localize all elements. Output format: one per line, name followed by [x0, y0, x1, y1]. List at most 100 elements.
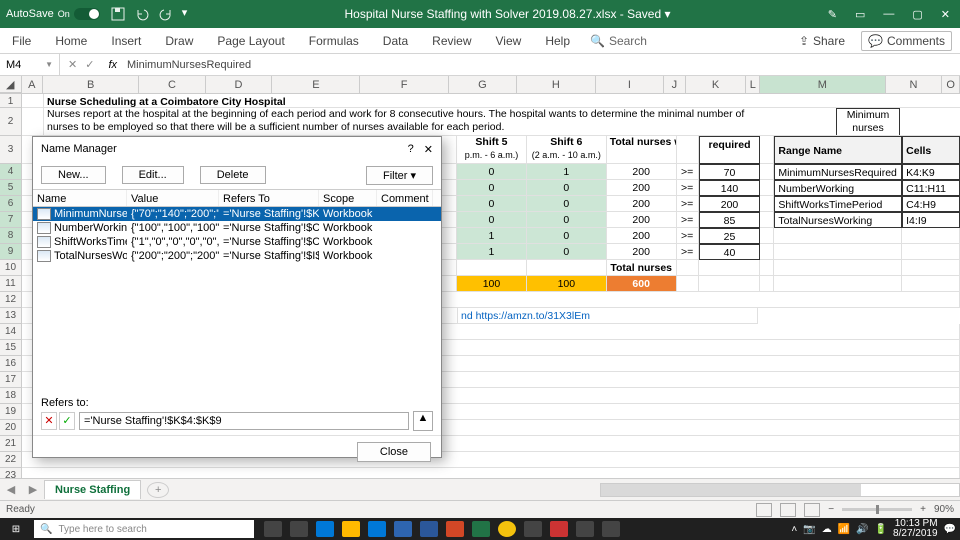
range-expand-icon[interactable]: ▲	[413, 411, 433, 431]
hdr-total-working[interactable]: Total nurses working	[607, 136, 677, 164]
redo-icon[interactable]	[158, 6, 174, 22]
word-icon[interactable]	[420, 521, 438, 537]
col-C[interactable]: C	[139, 76, 206, 93]
rangebox-hdr-cells[interactable]: Cells	[902, 136, 960, 164]
rangebox-cells[interactable]: C11:H11	[902, 180, 960, 196]
cell-required[interactable]: 25	[699, 228, 761, 244]
column-headers[interactable]: ◢ A B C D E F G H I J K L M N O	[0, 76, 960, 94]
page-break-view-icon[interactable]	[804, 503, 820, 517]
page-layout-view-icon[interactable]	[780, 503, 796, 517]
tab-draw[interactable]: Draw	[161, 30, 197, 52]
explorer-icon[interactable]	[342, 521, 360, 537]
pen-icon[interactable]: ✎	[828, 8, 837, 21]
app-icon-1[interactable]	[524, 521, 542, 537]
cell-total-working[interactable]: 200	[607, 228, 677, 244]
tot-all[interactable]: 600	[607, 276, 677, 292]
cell-shift5[interactable]: 1	[457, 228, 527, 244]
save-icon[interactable]	[110, 6, 126, 22]
zoom-out-icon[interactable]: −	[828, 504, 834, 515]
col-K[interactable]: K	[686, 76, 747, 93]
rangebox-name[interactable]: TotalNursesWorking	[774, 212, 902, 228]
rangebox-name[interactable]: ShiftWorksTimePeriod	[774, 196, 902, 212]
cell-required[interactable]: 140	[699, 180, 761, 196]
start-button[interactable]: ⊞	[0, 524, 32, 535]
cell-ge[interactable]: >=	[677, 164, 699, 180]
col-name[interactable]: Name	[33, 190, 127, 206]
cell-shift6[interactable]: 0	[527, 196, 607, 212]
description-cell[interactable]: Nurses report at the hospital at the beg…	[44, 108, 754, 136]
new-button[interactable]: New...	[41, 166, 106, 184]
tab-review[interactable]: Review	[428, 30, 475, 52]
total-nurses-label[interactable]: Total nurses	[607, 260, 677, 276]
cell-total-working[interactable]: 200	[607, 244, 677, 260]
zoom-slider[interactable]	[842, 508, 912, 511]
tab-nav-prev-icon[interactable]: ◀	[0, 483, 22, 496]
comments-button[interactable]: 💬Comments	[861, 31, 952, 51]
rangebox-cells[interactable]: C4:H9	[902, 196, 960, 212]
cell-shift5[interactable]: 0	[457, 164, 527, 180]
fx-icon[interactable]: fx	[102, 59, 123, 71]
app-icon-3[interactable]	[576, 521, 594, 537]
cell-ge[interactable]: >=	[677, 244, 699, 260]
ref-accept-icon[interactable]: ✓	[59, 412, 75, 430]
taskview-icon[interactable]	[290, 521, 308, 537]
col-A[interactable]: A	[22, 76, 44, 93]
col-comment[interactable]: Comment	[377, 190, 433, 206]
col-scope[interactable]: Scope	[319, 190, 377, 206]
rangebox-name[interactable]: MinimumNursesRequired	[774, 164, 902, 180]
cell-ge[interactable]: >=	[677, 228, 699, 244]
tray-battery-icon[interactable]: 🔋	[875, 524, 887, 535]
col-value[interactable]: Value	[127, 190, 219, 206]
cell-shift5[interactable]: 1	[457, 244, 527, 260]
tab-home[interactable]: Home	[51, 30, 91, 52]
normal-view-icon[interactable]	[756, 503, 772, 517]
formula-input[interactable]: MinimumNursesRequired	[123, 59, 960, 71]
col-refers[interactable]: Refers To	[219, 190, 319, 206]
cell-required[interactable]: 85	[699, 212, 761, 228]
taskbar-search[interactable]: 🔍 Type here to search	[34, 520, 254, 538]
tray-camera-icon[interactable]: 📷	[803, 524, 815, 535]
undo-icon[interactable]	[134, 6, 150, 22]
name-row[interactable]: NumberWorking {"100","100","100","10... …	[33, 221, 441, 235]
tab-view[interactable]: View	[492, 30, 526, 52]
dialog-close-icon[interactable]: ✕	[424, 143, 433, 156]
title-cell[interactable]: Nurse Scheduling at a Coimbatore City Ho…	[44, 94, 960, 108]
cell-shift6[interactable]: 0	[527, 228, 607, 244]
cell-shift6[interactable]: 0	[527, 244, 607, 260]
zoom-level[interactable]: 90%	[934, 504, 954, 515]
tray-volume-icon[interactable]: 🔊	[856, 524, 868, 535]
tray-onedrive-icon[interactable]: ☁	[822, 524, 832, 535]
rangebox-cells[interactable]: K4:K9	[902, 164, 960, 180]
cell-shift6[interactable]: 1	[527, 164, 607, 180]
accept-formula-icon[interactable]: ✓	[85, 58, 94, 71]
cell-shift6[interactable]: 0	[527, 180, 607, 196]
maximize-icon[interactable]: ▢	[912, 8, 922, 21]
delete-button[interactable]: Delete	[200, 166, 266, 184]
close-icon[interactable]: ✕	[941, 8, 950, 21]
tot-shift5[interactable]: 100	[457, 276, 527, 292]
col-N[interactable]: N	[886, 76, 943, 93]
tray-chevron-icon[interactable]: ˄	[791, 524, 797, 535]
edge-icon[interactable]	[316, 521, 334, 537]
close-button[interactable]: Close	[357, 442, 431, 462]
zoom-in-icon[interactable]: +	[920, 504, 926, 515]
tab-file[interactable]: File	[8, 30, 35, 52]
col-D[interactable]: D	[206, 76, 273, 93]
hdr-shift5[interactable]: Shift 5p.m. - 6 a.m.)	[457, 136, 527, 164]
col-B[interactable]: B	[43, 76, 139, 93]
share-button[interactable]: ⇪Share	[799, 34, 845, 48]
col-E[interactable]: E	[272, 76, 360, 93]
name-list[interactable]: MinimumNursesR... {"70";"140";"200";"85"…	[33, 207, 441, 393]
cell-total-working[interactable]: 200	[607, 212, 677, 228]
name-row[interactable]: MinimumNursesR... {"70";"140";"200";"85"…	[33, 207, 441, 221]
cell-required[interactable]: 70	[699, 164, 761, 180]
name-row[interactable]: ShiftWorksTimePe... {"1","0","0","0","0"…	[33, 235, 441, 249]
cell-shift5[interactable]: 0	[457, 196, 527, 212]
autosave-toggle[interactable]: AutoSave On	[6, 8, 100, 20]
select-all-triangle[interactable]: ◢	[0, 76, 22, 93]
minimize-icon[interactable]: —	[883, 8, 894, 21]
tab-nav-next-icon[interactable]: ▶	[22, 483, 44, 496]
sheet-tab-active[interactable]: Nurse Staffing	[44, 480, 141, 499]
col-L[interactable]: L	[746, 76, 760, 93]
name-box[interactable]: M4▼	[0, 54, 60, 75]
